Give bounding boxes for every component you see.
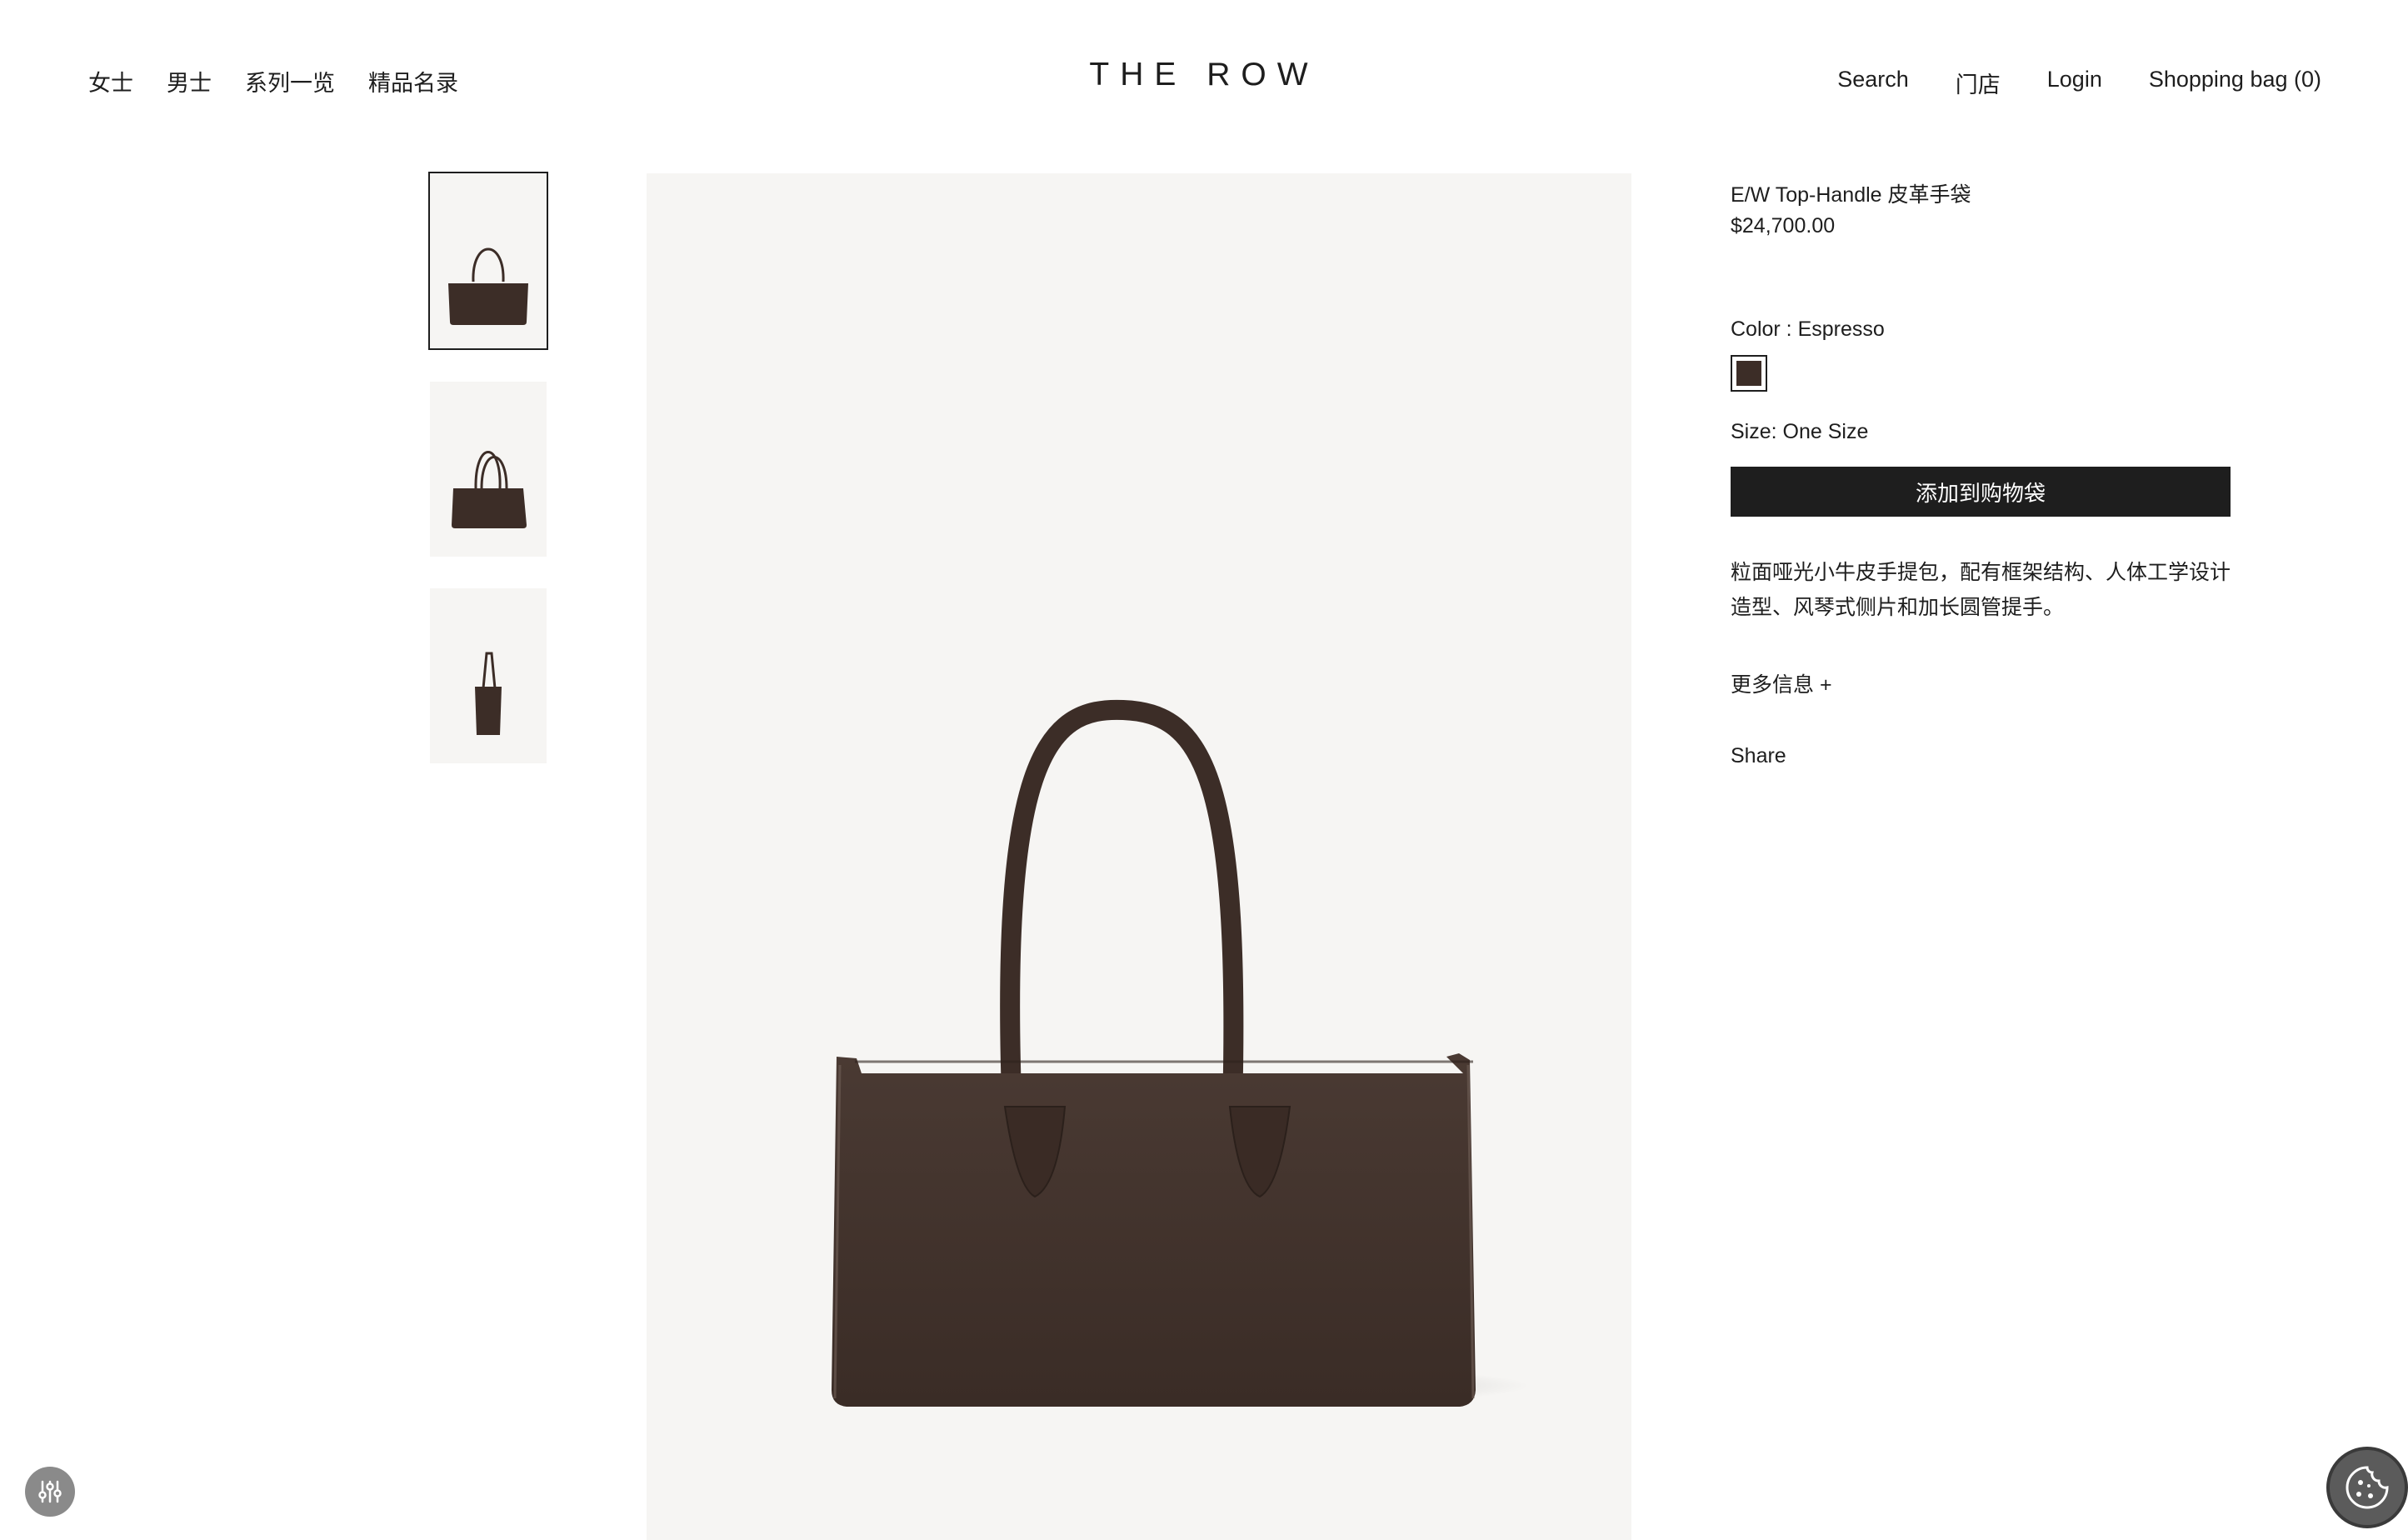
stores-link[interactable]: 门店: [1956, 67, 2001, 99]
product-price: $24,700.00: [1731, 214, 1836, 238]
bag-front-thumbnail-image: [448, 248, 528, 325]
bag-side-thumbnail-image: [475, 652, 502, 735]
share-link[interactable]: Share: [1731, 744, 1786, 768]
thumbnail-front[interactable]: [428, 172, 548, 350]
bag-angled-thumbnail-image: [452, 451, 527, 528]
product-title: E/W Top-Handle 皮革手袋: [1731, 183, 1971, 207]
cookie-settings-button[interactable]: [2326, 1447, 2408, 1528]
color-label: Color : Espresso: [1731, 318, 1885, 341]
utility-nav: Search 门店 Login Shopping bag (0): [1837, 67, 2321, 99]
site-header: 女士 男士 系列一览 精品名录 THE ROW Search 门店 Login …: [0, 0, 2408, 158]
leather-bag-illustration: [830, 699, 1530, 1408]
add-to-bag-button[interactable]: 添加到购物袋: [1731, 467, 2231, 517]
more-info-toggle[interactable]: 更多信息 +: [1731, 668, 1832, 698]
login-link[interactable]: Login: [2047, 67, 2102, 99]
sliders-icon: [38, 1480, 62, 1503]
product-main-image[interactable]: [647, 173, 1631, 1540]
color-swatch-espresso[interactable]: [1731, 355, 1767, 392]
product-description: 粒面哑光小牛皮手提包，配有框架结构、人体工学设计造型、风琴式侧片和加长圆管提手。: [1731, 561, 2231, 619]
thumbnail-side[interactable]: [430, 588, 547, 763]
size-label: Size: One Size: [1731, 420, 1869, 443]
cookie-icon: [2346, 1466, 2389, 1509]
swatch-fill: [1736, 361, 1761, 386]
accessibility-settings-button[interactable]: [25, 1467, 75, 1517]
search-link[interactable]: Search: [1837, 67, 1909, 99]
shopping-bag-link[interactable]: Shopping bag (0): [2149, 67, 2321, 99]
thumbnail-angled[interactable]: [430, 382, 547, 557]
